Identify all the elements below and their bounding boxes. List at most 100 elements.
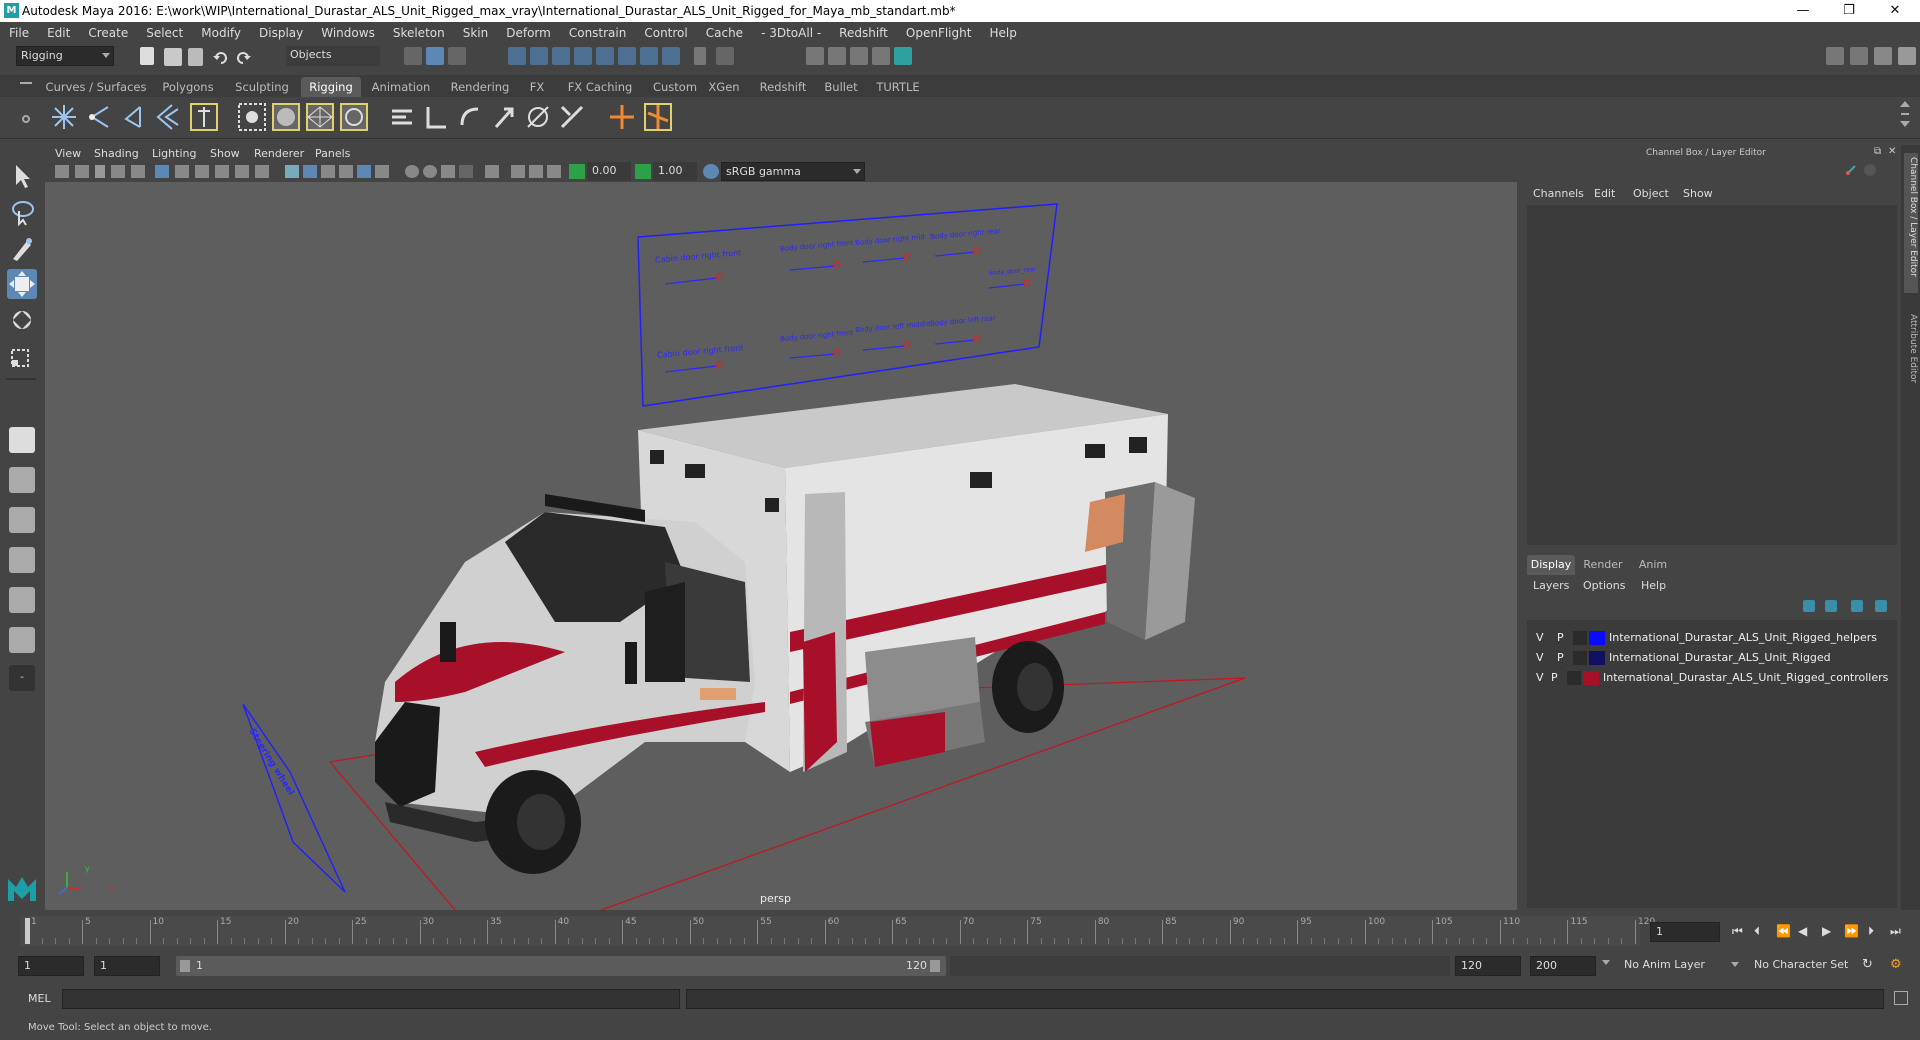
shelf-options-icon[interactable] (22, 115, 30, 123)
anim-layer-dropdown[interactable]: No Anim Layer (1620, 956, 1742, 976)
shelf-tab-rendering[interactable]: Rendering (444, 77, 516, 97)
maximize-button[interactable]: ❐ (1826, 0, 1872, 22)
layer-color-swatch[interactable] (1589, 651, 1605, 665)
menu-file[interactable]: File (0, 26, 38, 40)
current-frame-field[interactable]: 1 (1650, 922, 1720, 942)
menu-create[interactable]: Create (79, 26, 137, 40)
channel-box-toggle-icon[interactable] (1898, 47, 1916, 65)
play-backwards-icon[interactable]: ◀ (1798, 924, 1807, 938)
scale-constraint-icon[interactable] (488, 101, 520, 133)
grid-toggle-icon[interactable] (155, 165, 169, 178)
menu-help[interactable]: Help (980, 26, 1025, 40)
close-button[interactable]: ✕ (1872, 0, 1918, 22)
layer-tab-anim[interactable]: Anim (1631, 555, 1675, 575)
controller-sliders[interactable] (45, 182, 1517, 482)
ambient-occlusion-icon[interactable] (405, 165, 419, 178)
shelf-menu-icon[interactable] (20, 82, 32, 84)
pole-vector-icon[interactable] (556, 101, 588, 133)
parent-constraint-icon[interactable] (522, 101, 554, 133)
outliner-persp-layout-icon[interactable] (9, 587, 35, 613)
layer-reference-toggle[interactable] (1573, 631, 1587, 645)
shelf-scroll-arrows[interactable] (1900, 101, 1910, 133)
range-end-handle[interactable] (930, 960, 940, 972)
layer-name[interactable]: International_Durastar_ALS_Unit_Rigged_c… (1603, 671, 1888, 684)
shelf-tab-custom[interactable]: Custom (650, 77, 700, 97)
channel-box-key-icon[interactable] (1845, 164, 1857, 176)
anti-aliasing-icon[interactable] (441, 165, 455, 178)
mirror-joint-icon[interactable] (152, 101, 184, 133)
lattice-icon[interactable] (304, 101, 336, 133)
layer-row[interactable]: V P International_Durastar_ALS_Unit_Rigged (1527, 648, 1897, 668)
playback-start-field[interactable]: 1 (94, 956, 160, 976)
camera-attributes-icon[interactable] (75, 165, 89, 178)
color-management-icon[interactable] (703, 164, 719, 179)
wireframe-on-shaded-icon[interactable] (321, 165, 335, 178)
orient-joint-icon[interactable] (188, 101, 220, 133)
menu-openflight[interactable]: OpenFlight (897, 26, 981, 40)
shelf-tab-animation[interactable]: Animation (364, 77, 438, 97)
attribute-editor-toggle-icon[interactable] (1850, 47, 1868, 65)
snap-grid-icon[interactable] (508, 47, 526, 65)
animation-end-field[interactable]: 200 (1530, 956, 1596, 976)
snap-pivot-icon[interactable] (640, 47, 658, 65)
cluster-handle-icon[interactable] (642, 101, 674, 133)
xray-active-icon[interactable] (529, 165, 543, 178)
attribute-editor-side-tab[interactable]: Attribute Editor (1904, 310, 1918, 400)
ik-spline-icon[interactable] (118, 101, 150, 133)
shelf-tab-fx-caching[interactable]: FX Caching (556, 77, 644, 97)
snap-curve-icon[interactable] (530, 47, 548, 65)
lasso-tool-icon[interactable] (7, 197, 37, 227)
bookmark-icon[interactable] (95, 165, 105, 178)
menu-redshift[interactable]: Redshift (830, 26, 897, 40)
move-tool-icon[interactable] (7, 269, 37, 299)
layer-menu-options[interactable]: Options (1583, 579, 1625, 592)
menu-windows[interactable]: Windows (312, 26, 384, 40)
minimize-button[interactable]: — (1780, 0, 1826, 22)
undo-icon[interactable] (212, 49, 230, 67)
select-by-object-icon[interactable] (426, 47, 444, 65)
layer-reference-toggle[interactable] (1573, 651, 1587, 665)
motion-blur-icon[interactable] (423, 165, 437, 178)
float-panel-icon[interactable]: ⧉ (1874, 146, 1881, 157)
new-empty-layer-icon[interactable] (1851, 600, 1863, 612)
layer-visibility-toggle[interactable]: V (1536, 651, 1544, 664)
command-language-label[interactable]: MEL (28, 992, 51, 1005)
snap-live-icon[interactable] (618, 47, 636, 65)
workspace-icon[interactable] (1826, 47, 1844, 65)
layer-name[interactable]: International_Durastar_ALS_Unit_Rigged (1609, 651, 1831, 664)
menu-select[interactable]: Select (137, 26, 192, 40)
menu-skeleton[interactable]: Skeleton (384, 26, 454, 40)
rotate-tool-icon[interactable] (7, 305, 37, 335)
channel-box-menu-object[interactable]: Object (1633, 187, 1669, 200)
select-camera-icon[interactable] (55, 165, 69, 178)
paint-weights-icon[interactable] (270, 101, 302, 133)
tool-settings-toggle-icon[interactable] (1874, 47, 1892, 65)
layer-visibility-toggle[interactable]: V (1536, 631, 1544, 644)
time-slider-track[interactable]: 1 5 10 15 20 25 30 35 40 45 50 55 60 65 70 75 80 85 90 95 10… (20, 916, 1655, 946)
gamma-icon[interactable] (635, 164, 651, 179)
snap-view-icon[interactable] (574, 47, 592, 65)
menu-cache[interactable]: Cache (697, 26, 752, 40)
view-transform-dropdown[interactable]: sRGB gamma (721, 162, 865, 181)
layer-tab-display[interactable]: Display (1527, 555, 1575, 575)
channel-box-side-tab[interactable]: Channel Box / Layer Editor (1904, 153, 1918, 293)
xray-icon[interactable] (511, 165, 525, 178)
hypershade-persp-layout-icon[interactable] (9, 627, 35, 653)
layer-playback-toggle[interactable]: P (1557, 631, 1564, 644)
layer-reference-toggle[interactable] (1567, 671, 1581, 685)
time-slider[interactable]: 1 5 10 15 20 25 30 35 40 45 50 55 60 65 70 75 80 85 90 95 10… (0, 914, 1920, 946)
shelf-tab-rigging[interactable]: Rigging (301, 77, 361, 97)
render-current-icon[interactable] (828, 47, 846, 65)
textured-icon[interactable] (339, 165, 353, 178)
cluster-icon[interactable] (338, 101, 370, 133)
ik-handle-icon[interactable] (84, 101, 116, 133)
paint-select-tool-icon[interactable] (7, 233, 37, 263)
menu-set-dropdown[interactable]: Rigging (16, 46, 114, 66)
character-set-dropdown[interactable]: No Character Set (1750, 956, 1880, 976)
shelf-tab-curves-surfaces[interactable]: Curves / Surfaces (44, 77, 148, 97)
smooth-shade-icon[interactable] (303, 165, 317, 178)
film-gate-icon[interactable] (175, 165, 189, 178)
step-back-key-icon[interactable]: ⏪ (1776, 924, 1791, 938)
bind-skin-icon[interactable] (236, 101, 268, 133)
open-scene-icon[interactable] (164, 48, 182, 66)
